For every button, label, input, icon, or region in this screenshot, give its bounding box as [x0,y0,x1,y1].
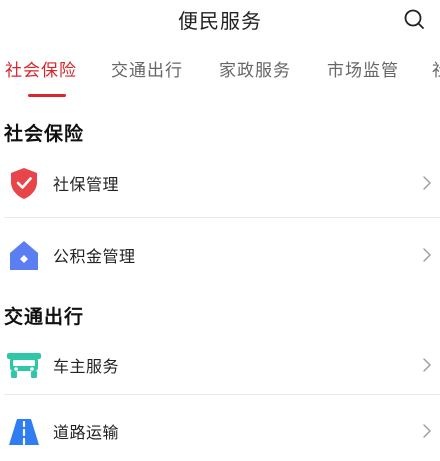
active-tab-indicator [28,94,66,97]
house-icon [6,237,42,273]
divider [4,217,440,218]
list-item-label: 社保管理 [53,175,120,194]
shield-check-icon [6,165,42,201]
list-item-label: 车主服务 [53,357,120,376]
tab-market-supervision[interactable]: 市场监管 [327,56,399,81]
list-item-road-transport[interactable]: 道路运输 [0,401,440,461]
tab-transport[interactable]: 交通出行 [111,56,183,81]
tab-social-insurance[interactable]: 社会保险 [5,56,77,81]
road-icon [6,413,42,449]
chevron-right-icon [422,175,432,191]
list-item-label: 道路运输 [53,423,120,442]
search-icon [404,9,424,29]
list-item-social-security[interactable]: 社保管理 [0,153,440,213]
section-title-social-insurance: 社会保险 [4,123,85,145]
page-title: 便民服务 [178,9,262,33]
tab-housekeeping[interactable]: 家政服务 [219,56,291,81]
header-bar: 便民服务 [0,0,440,38]
chevron-right-icon [422,247,432,263]
list-item-label: 公积金管理 [53,247,136,266]
category-tabs: 社会保险 交通出行 家政服务 市场监管 社 [0,50,440,100]
chevron-right-icon [422,423,432,439]
list-item-housing-fund[interactable]: 公积金管理 [0,225,440,285]
section-title-transport: 交通出行 [4,306,85,328]
car-icon [6,347,42,383]
chevron-right-icon [422,357,432,373]
search-button[interactable] [400,6,430,32]
divider [4,394,440,395]
tab-overflow[interactable]: 社 [432,56,440,81]
list-item-car-owner-service[interactable]: 车主服务 [0,335,440,395]
